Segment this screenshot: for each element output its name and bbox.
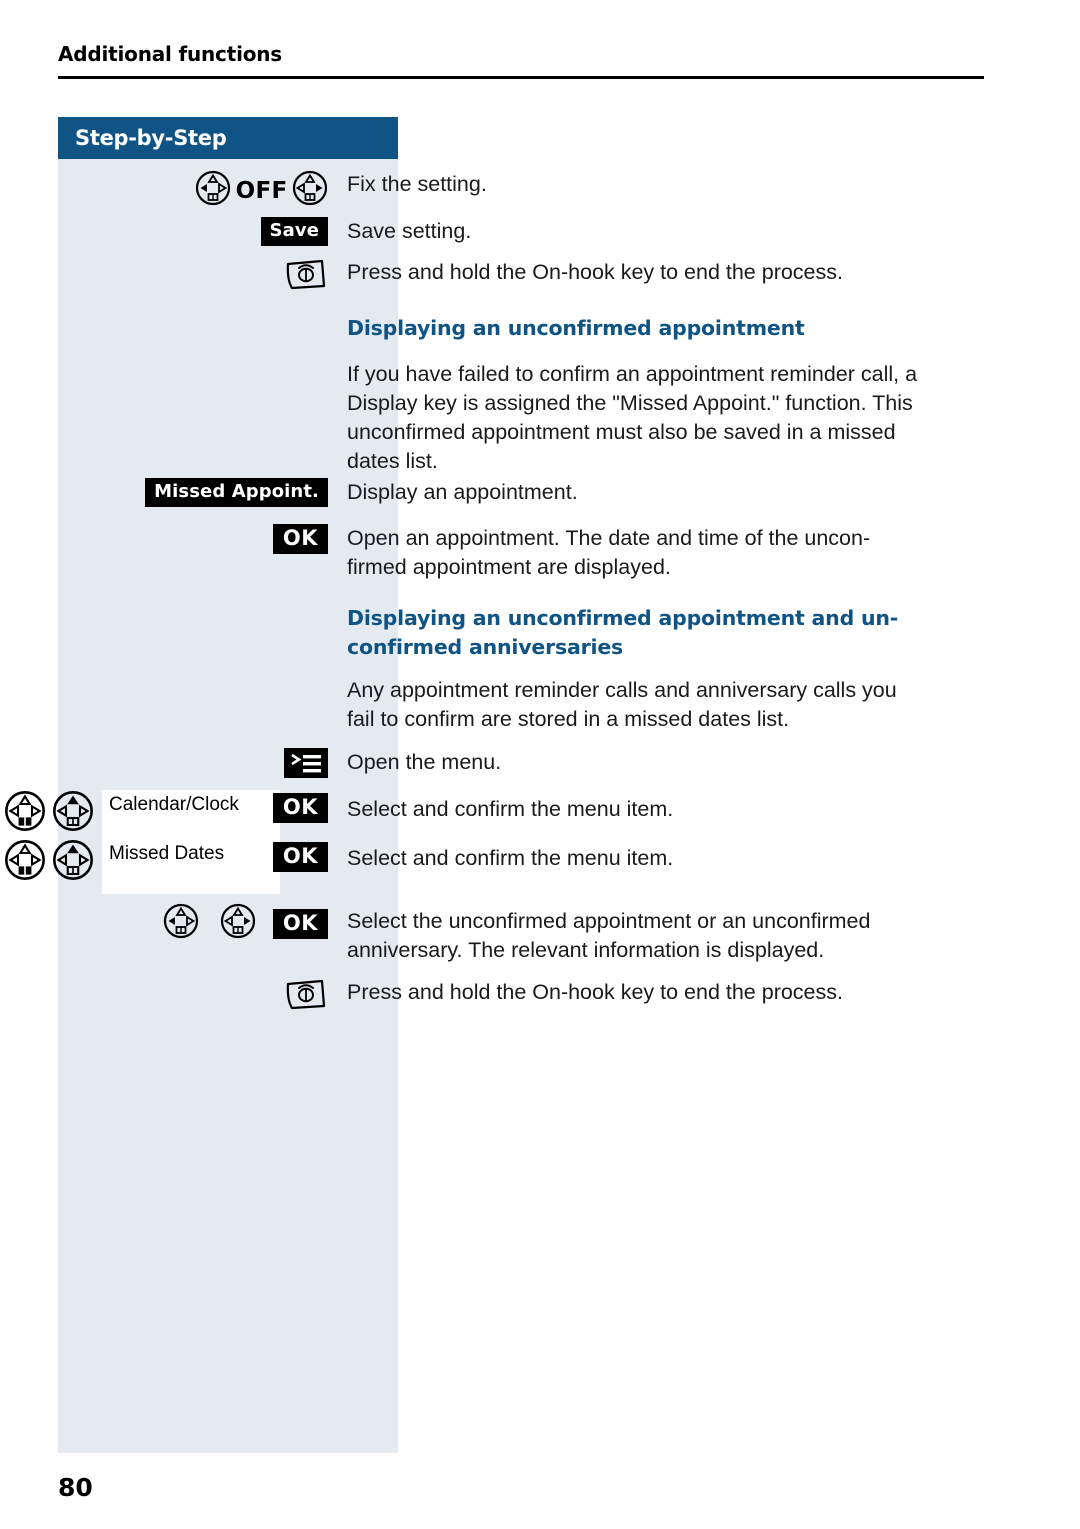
nav-key-up-icon-missed-dates[interactable]	[52, 839, 94, 886]
page-number: 80	[58, 1473, 93, 1502]
header-rule	[58, 76, 984, 79]
text-display-appointment: Display an appointment.	[347, 480, 578, 504]
text-open-appointment-line1: Open an appointment. The date and time o…	[347, 526, 871, 550]
heading-2-line2: confirmed anniversaries	[347, 635, 624, 659]
text-open-appointment: Open an appointment. The date and time o…	[347, 524, 947, 582]
text-paragraph-2: Any appointment reminder calls and anniv…	[347, 678, 897, 731]
nav-key-left-icon-unconfirmed[interactable]	[163, 903, 199, 944]
heading-displaying-unconfirmed-anniversaries: Displaying an unconfirmed appointment an…	[347, 604, 927, 662]
gutter-select-calendar-clock: Calendar/Clock OK	[0, 788, 340, 845]
on-hook-key-icon[interactable]	[284, 258, 328, 297]
heading-displaying-unconfirmed-appointment: Displaying an unconfirmed appointment	[347, 316, 805, 340]
nav-key-right-icon-unconfirmed[interactable]	[220, 903, 256, 944]
nav-key-right-icon[interactable]	[292, 170, 328, 211]
text-select-calendar-clock: Select and confirm the menu item.	[347, 797, 674, 821]
text-open-appointment-line2: firmed appointment are displayed.	[347, 555, 671, 579]
menu-icon[interactable]	[284, 748, 328, 783]
heading-2-line1: Displaying an unconfirmed appointment an…	[347, 606, 899, 630]
nav-key-down-icon-calendar[interactable]	[4, 790, 46, 837]
text-select-missed-dates: Select and confirm the menu item.	[347, 846, 674, 870]
nav-key-up-icon-calendar[interactable]	[52, 790, 94, 837]
text-paragraph-1: If you have failed to confirm an appoint…	[347, 362, 918, 473]
save-key[interactable]: Save	[260, 217, 328, 246]
text-fix-setting: Fix the setting.	[347, 172, 487, 196]
text-select-unconfirmed: Select the unconfirmed appointment or an…	[347, 909, 871, 962]
ok-key-select-unconfirmed[interactable]: OK	[272, 908, 328, 939]
ok-key-open-appointment[interactable]: OK	[272, 524, 328, 554]
off-label: OFF	[235, 177, 288, 204]
on-hook-key-icon-2[interactable]	[284, 978, 328, 1017]
text-open-menu: Open the menu.	[347, 750, 502, 774]
text-on-hook-1: Press and hold the On-hook key to end th…	[347, 260, 843, 284]
step-by-step-banner: Step-by-Step	[58, 117, 398, 159]
ok-key-calendar-clock[interactable]: OK	[272, 793, 328, 823]
nav-key-down-icon-missed-dates[interactable]	[4, 839, 46, 886]
missed-appoint-key[interactable]: Missed Appoint.	[145, 478, 328, 507]
text-save-setting: Save setting.	[347, 219, 472, 243]
text-on-hook-2: Press and hold the On-hook key to end th…	[347, 980, 843, 1004]
gutter-select-missed-dates: Missed Dates OK	[0, 837, 340, 894]
nav-key-left-icon[interactable]	[195, 170, 231, 211]
ok-key-missed-dates[interactable]: OK	[272, 842, 328, 872]
display-box-missed-dates[interactable]: Missed Dates	[102, 839, 280, 894]
running-head: Additional functions	[58, 42, 283, 66]
